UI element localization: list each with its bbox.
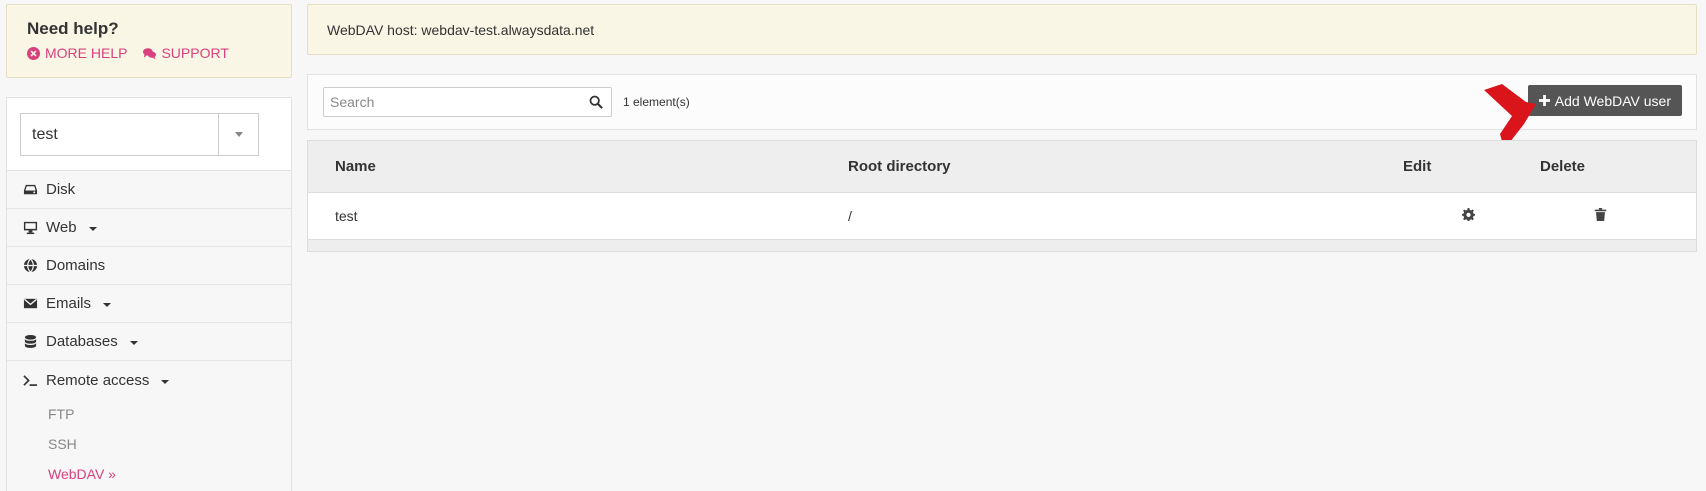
sidebar-nav: test Disk Web Domains Emails Databases R… xyxy=(6,97,292,491)
element-count: 1 element(s) xyxy=(623,95,690,109)
chevron-down-icon[interactable] xyxy=(218,114,258,155)
sidebar-item-disk[interactable]: Disk xyxy=(7,171,291,209)
header-name[interactable]: Name xyxy=(308,141,848,193)
help-title: Need help? xyxy=(27,19,119,38)
sidebar-item-label: Emails xyxy=(46,295,92,312)
sidebar-item-web[interactable]: Web xyxy=(7,209,291,247)
desktop-icon xyxy=(22,220,38,236)
table-row: test / xyxy=(308,192,1696,239)
webdav-host-info: WebDAV host: webdav-test.alwaysdata.net xyxy=(307,4,1697,55)
cell-root-directory: / xyxy=(848,207,852,224)
sidebar-item-label: Databases xyxy=(46,333,118,350)
header-edit: Edit xyxy=(1403,141,1540,193)
header-root-directory[interactable]: Root directory xyxy=(848,141,1403,193)
account-area: test xyxy=(7,98,291,171)
account-select-value: test xyxy=(32,125,58,143)
search-input[interactable] xyxy=(330,94,589,110)
hdd-icon xyxy=(22,182,38,198)
webdav-users-table: Name Root directory Edit Delete test / xyxy=(307,140,1697,252)
sidebar-item-label: Domains xyxy=(46,257,106,274)
globe-icon xyxy=(22,258,38,274)
cell-edit xyxy=(1403,192,1540,239)
header-delete: Delete xyxy=(1540,141,1696,193)
times-circle-icon xyxy=(27,46,40,60)
support-label: SUPPORT xyxy=(161,45,229,61)
gear-icon[interactable] xyxy=(1462,207,1475,221)
caret-down-icon xyxy=(103,303,112,307)
trash-icon[interactable] xyxy=(1594,207,1607,221)
terminal-icon xyxy=(22,372,38,388)
help-links: MORE HELP SUPPORT xyxy=(27,45,271,61)
sidebar-item-emails[interactable]: Emails xyxy=(7,285,291,323)
cell-name: test xyxy=(335,207,358,224)
help-box: Need help? MORE HELP SUPPORT xyxy=(6,4,292,78)
sidebar-item-label: Web xyxy=(46,219,77,236)
sidebar-item-label: Disk xyxy=(46,181,76,198)
red-pointer-arrow-icon xyxy=(1484,84,1536,148)
caret-down-icon xyxy=(129,341,138,345)
page: Need help? MORE HELP SUPPORT test Disk W… xyxy=(0,0,1706,491)
sidebar-item-databases[interactable]: Databases xyxy=(7,323,291,361)
search-icon[interactable] xyxy=(589,95,603,109)
sidebar-item-label: Remote access xyxy=(46,371,150,389)
support-link[interactable]: SUPPORT xyxy=(143,45,229,61)
sidebar-item-remote-access[interactable]: Remote access xyxy=(7,361,291,399)
sidebar-item-domains[interactable]: Domains xyxy=(7,247,291,285)
caret-down-icon xyxy=(88,227,97,231)
table-header-row: Name Root directory Edit Delete xyxy=(308,141,1696,193)
cell-delete xyxy=(1540,192,1696,239)
caret-down-icon xyxy=(161,379,170,384)
sidebar-subitem-ftp[interactable]: FTP xyxy=(7,399,291,429)
add-webdav-user-label: Add WebDAV user xyxy=(1554,92,1671,109)
more-help-link[interactable]: MORE HELP xyxy=(27,45,127,61)
add-webdav-user-button[interactable]: Add WebDAV user xyxy=(1527,85,1682,116)
account-select[interactable]: test xyxy=(20,113,259,156)
envelope-icon xyxy=(22,296,38,312)
sidebar-subitem-ssh[interactable]: SSH xyxy=(7,429,291,459)
sidebar-subitem-webdav[interactable]: WebDAV » xyxy=(7,459,291,489)
search-box xyxy=(323,87,612,117)
more-help-label: MORE HELP xyxy=(45,45,128,61)
comments-icon xyxy=(143,47,157,59)
plus-icon xyxy=(1538,95,1550,106)
database-icon xyxy=(22,334,38,350)
